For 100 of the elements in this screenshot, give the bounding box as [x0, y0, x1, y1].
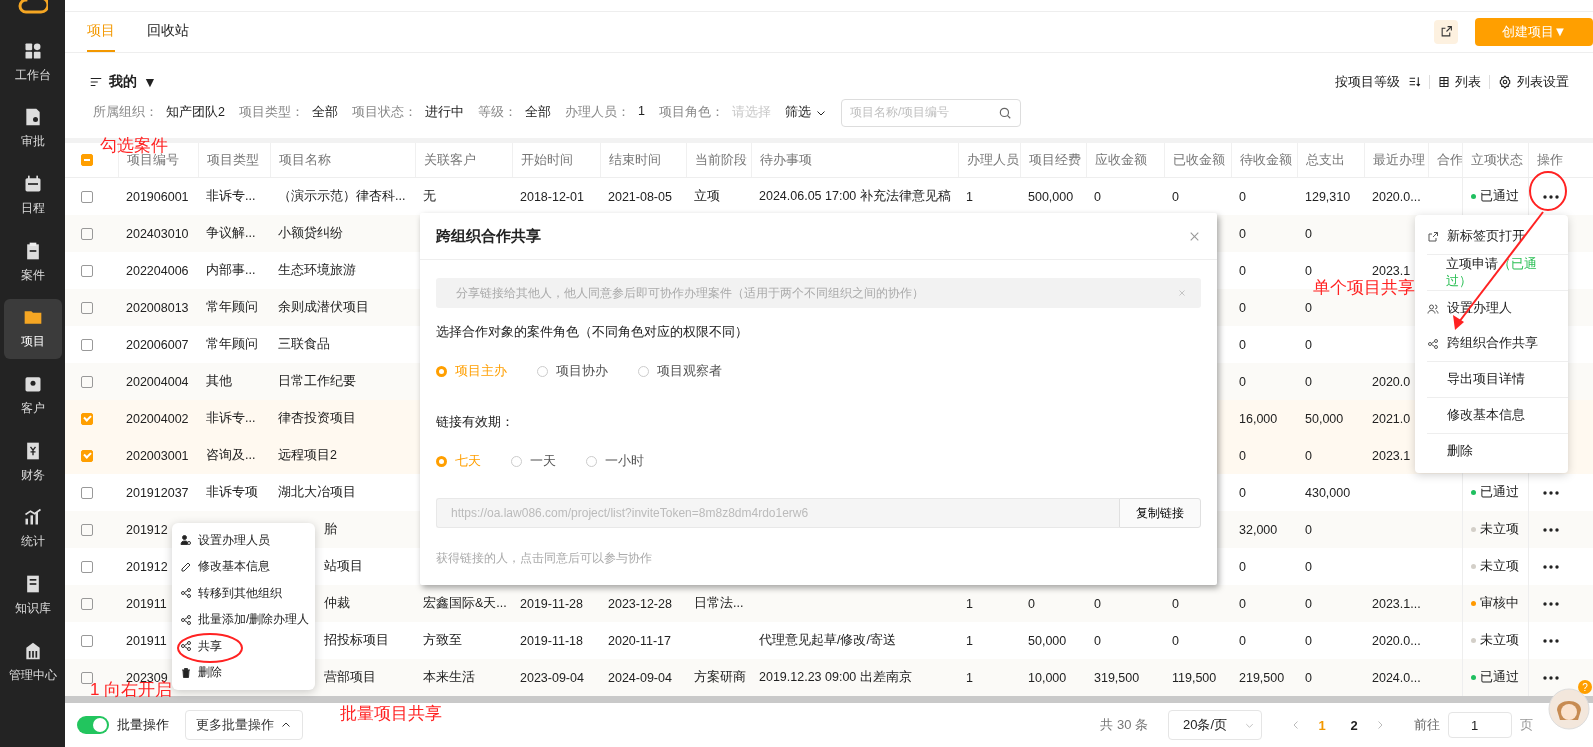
share-icon	[1427, 337, 1439, 350]
filter-value[interactable]: 1	[637, 104, 645, 122]
menu-item[interactable]: 批量添加/删除办理人	[172, 606, 315, 633]
page-size-select[interactable]: 20条/页	[1168, 710, 1262, 741]
row-checkbox[interactable]	[81, 412, 93, 425]
chart-icon	[22, 507, 43, 528]
more-icon[interactable]	[1543, 490, 1559, 495]
row-checkbox[interactable]	[81, 634, 93, 647]
view-title[interactable]: 我的	[109, 72, 137, 91]
row-checkbox[interactable]	[81, 523, 93, 536]
filter-value[interactable]: 知产团队2	[166, 104, 225, 122]
menu-item[interactable]: 跨组织合作共享	[1415, 326, 1568, 361]
row-checkbox[interactable]	[81, 486, 93, 499]
row-checkbox[interactable]	[81, 301, 93, 314]
filter-value[interactable]: 全部	[524, 104, 551, 122]
row-checkbox[interactable]	[81, 338, 93, 351]
row-checkbox[interactable]	[81, 227, 93, 240]
row-checkbox[interactable]	[81, 671, 93, 684]
menu-item[interactable]: 立项申请（已通过）	[1427, 254, 1568, 290]
list-view-button[interactable]: 列表	[1438, 72, 1481, 91]
validity-radio[interactable]: 一小时	[586, 453, 644, 470]
toggle-label: 批量操作	[117, 716, 169, 735]
sidebar-item[interactable]: 知识库	[3, 565, 62, 626]
validity-radio[interactable]: 一天	[511, 453, 556, 470]
select-all-checkbox[interactable]	[81, 154, 93, 167]
external-link-icon	[1439, 25, 1453, 38]
table-cell: 0	[1305, 263, 1312, 278]
toggle-switch[interactable]	[77, 716, 109, 735]
share-button[interactable]	[1434, 19, 1458, 44]
row-checkbox[interactable]	[81, 264, 93, 277]
search-icon	[997, 105, 1012, 120]
menu-item[interactable]: 新标签页打开	[1415, 219, 1568, 254]
menu-item[interactable]: 共享	[172, 633, 315, 660]
filter-button[interactable]: 筛选	[784, 104, 827, 122]
role-radio[interactable]: 项目观察者	[638, 363, 722, 380]
menu-item[interactable]: 转移到其他组织	[172, 580, 315, 607]
table-cell: 0	[1305, 596, 1312, 611]
filter-value[interactable]: 进行中	[424, 104, 464, 122]
info-text: 分享链接给其他人，他人同意参后即可协作办理案件（适用于两个不同组织之间的协作）	[456, 284, 924, 302]
people-icon	[1427, 302, 1439, 315]
table-cell: 胎	[324, 521, 337, 539]
more-icon[interactable]	[1543, 601, 1559, 606]
menu-item[interactable]: 导出项目详情	[1427, 361, 1568, 397]
column-header: 总支出	[1306, 151, 1345, 170]
sidebar-item[interactable]: 财务	[3, 432, 62, 493]
table-cell: 430,000	[1305, 485, 1351, 500]
tab[interactable]: 回收站	[147, 11, 189, 52]
sidebar-item[interactable]: 案件	[3, 232, 62, 293]
list-settings-button[interactable]: 列表设置	[1498, 72, 1569, 91]
sidebar-item[interactable]: 统计	[3, 498, 62, 559]
column-header: 关联客户	[424, 151, 476, 170]
table-cell: 0	[1239, 337, 1246, 352]
table-cell: 0	[1172, 189, 1179, 204]
page-button[interactable]: 2	[1342, 717, 1366, 733]
sidebar-item[interactable]: 管理中心	[3, 632, 62, 693]
horizontal-scrollbar[interactable]	[65, 696, 1593, 704]
row-checkbox[interactable]	[81, 597, 93, 610]
sort-dropdown[interactable]: 按项目等级	[1335, 72, 1400, 91]
table-cell: 2019-11-28	[520, 596, 583, 611]
more-icon[interactable]	[1543, 638, 1559, 643]
more-batch-button[interactable]: 更多批量操作	[185, 710, 303, 741]
page-suffix: 页	[1520, 716, 1533, 735]
caret-icon[interactable]: ▼	[143, 73, 157, 90]
sidebar-item[interactable]: 项目	[3, 298, 62, 359]
filter-label: 项目角色：	[658, 104, 724, 122]
row-checkbox[interactable]	[81, 190, 93, 203]
column-header: 应收金额	[1095, 151, 1147, 170]
table-cell: 2021.0	[1372, 411, 1411, 426]
more-icon[interactable]	[1543, 527, 1559, 532]
menu-item[interactable]: 删除	[172, 659, 315, 686]
more-icon[interactable]	[1543, 564, 1559, 569]
role-radio[interactable]: 项目协办	[537, 363, 608, 380]
more-icon[interactable]	[1543, 194, 1559, 199]
table-cell: 律杏投资项目	[278, 410, 356, 428]
sidebar-item[interactable]: 工作台	[3, 32, 62, 92]
menu-item[interactable]: 修改基本信息	[172, 553, 315, 580]
row-checkbox[interactable]	[81, 449, 93, 462]
copy-link-button[interactable]: 复制链接	[1119, 498, 1201, 528]
table-cell: 0	[1305, 448, 1312, 463]
table-cell: 0	[1305, 559, 1312, 574]
menu-item[interactable]: 删除	[1427, 433, 1568, 469]
column-header: 办理人员	[967, 151, 1019, 170]
menu-item[interactable]: 设置办理人员	[172, 527, 315, 554]
row-checkbox[interactable]	[81, 375, 93, 388]
table-cell: 0	[1305, 522, 1312, 537]
sidebar-item[interactable]: 审批	[3, 98, 62, 159]
table-cell: 0	[1239, 189, 1246, 204]
sidebar-item[interactable]: 客户	[3, 365, 62, 426]
filter-value[interactable]: 全部	[311, 104, 338, 122]
sidebar-item[interactable]: 日程	[3, 165, 62, 226]
row-checkbox[interactable]	[81, 560, 93, 573]
page-input[interactable]: 1	[1448, 712, 1512, 739]
menu-item[interactable]: 修改基本信息	[1427, 397, 1568, 433]
column-header: 结束时间	[609, 151, 661, 170]
more-icon[interactable]	[1543, 675, 1559, 680]
column-header: 合作	[1437, 151, 1462, 170]
table-cell: 招投标项目	[324, 632, 389, 650]
table-cell: 0	[1239, 596, 1246, 611]
table-cell: 日常法...	[694, 595, 744, 613]
goto-label: 前往	[1414, 716, 1440, 735]
